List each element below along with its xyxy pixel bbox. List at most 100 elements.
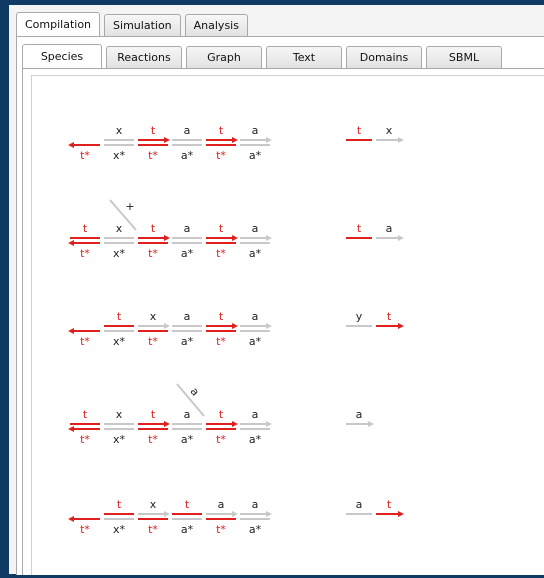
tab-graph[interactable]: Graph bbox=[186, 46, 262, 68]
top-domain-label: a bbox=[184, 124, 191, 137]
top-domain-label: t bbox=[151, 408, 156, 421]
top-domain-label: t bbox=[83, 408, 88, 421]
bottom-domain-label: t* bbox=[216, 433, 226, 446]
top-domain-label: t bbox=[219, 310, 224, 323]
bottom-domain-label: x* bbox=[113, 149, 126, 162]
top-domain-label: x bbox=[116, 408, 123, 421]
bottom-domain-label: t* bbox=[216, 335, 226, 348]
bottom-domain-label: a* bbox=[181, 523, 194, 536]
top-domain-label: x bbox=[116, 222, 123, 235]
bottom-domain-label: t* bbox=[80, 523, 90, 536]
top-strand-head bbox=[232, 137, 238, 143]
species-canvas: t* x* t* a* t* a* x t a t a t x t* x* t* a* t* a* t x t a t a + t a… bbox=[31, 75, 544, 575]
top-strand-head bbox=[232, 235, 238, 241]
strand-diagram: t* x* t* a* t* a*x t a t a t xt* x* t* a* t* a*t x t a t a+t a… bbox=[68, 124, 404, 536]
bottom-domain-label: a* bbox=[249, 335, 262, 348]
top-domain-label: a bbox=[184, 310, 191, 323]
bottom-strand-head bbox=[68, 516, 74, 522]
tab-domains[interactable]: Domains bbox=[346, 46, 422, 68]
bottom-domain-label: a* bbox=[181, 247, 194, 260]
bottom-domain-label: a* bbox=[181, 335, 194, 348]
tab-simulation[interactable]: Simulation bbox=[104, 14, 181, 36]
top-domain-label: a bbox=[252, 498, 259, 511]
product-domain-label: x bbox=[386, 124, 393, 137]
top-domain-label: a bbox=[184, 222, 191, 235]
product-strand-head bbox=[398, 137, 404, 143]
bottom-domain-label: a* bbox=[249, 433, 262, 446]
tab-sbml[interactable]: SBML bbox=[426, 46, 502, 68]
top-strand-head bbox=[164, 323, 170, 329]
inner-tab-bar: Species Reactions Graph Text Domains SBM… bbox=[22, 44, 506, 68]
top-strand-head bbox=[164, 235, 170, 241]
top-domain-label: x bbox=[150, 498, 157, 511]
bottom-domain-label: a* bbox=[181, 433, 194, 446]
bottom-domain-label: t* bbox=[216, 149, 226, 162]
bottom-domain-label: x* bbox=[113, 335, 126, 348]
bottom-domain-label: x* bbox=[113, 523, 126, 536]
product-domain-label: a bbox=[356, 498, 363, 511]
bottom-strand-head bbox=[68, 240, 74, 246]
tab-analysis[interactable]: Analysis bbox=[184, 14, 248, 36]
top-domain-label: t bbox=[219, 408, 224, 421]
top-strand-head bbox=[266, 421, 272, 427]
top-domain-label: t bbox=[185, 498, 190, 511]
product-strand-head bbox=[398, 511, 404, 517]
top-domain-label: t bbox=[219, 124, 224, 137]
product-strand-head bbox=[398, 235, 404, 241]
bottom-domain-label: a* bbox=[249, 523, 262, 536]
top-domain-label: x bbox=[116, 124, 123, 137]
bottom-domain-label: t* bbox=[80, 149, 90, 162]
bottom-domain-label: t* bbox=[80, 335, 90, 348]
tab-compilation[interactable]: Compilation bbox=[16, 12, 101, 36]
bottom-strand-head bbox=[68, 142, 74, 148]
plus-sign: + bbox=[125, 200, 134, 213]
bottom-domain-label: t* bbox=[148, 433, 158, 446]
bottom-domain-label: a* bbox=[181, 149, 194, 162]
top-domain-label: a bbox=[252, 408, 259, 421]
top-domain-label: a bbox=[252, 124, 259, 137]
top-strand-head bbox=[164, 137, 170, 143]
product-domain-label: y bbox=[356, 310, 363, 323]
top-domain-label: x bbox=[150, 310, 157, 323]
top-domain-label: t bbox=[151, 124, 156, 137]
top-strand-head bbox=[164, 511, 170, 517]
product-domain-label: t bbox=[357, 222, 362, 235]
product-strand-head bbox=[398, 323, 404, 329]
bottom-domain-label: a* bbox=[249, 149, 262, 162]
top-domain-label: a bbox=[252, 222, 259, 235]
product-domain-label: a bbox=[386, 222, 393, 235]
top-domain-label: t bbox=[219, 222, 224, 235]
bottom-domain-label: t* bbox=[80, 433, 90, 446]
top-strand-head bbox=[266, 511, 272, 517]
bottom-domain-label: t* bbox=[148, 523, 158, 536]
top-domain-label: t bbox=[117, 310, 122, 323]
product-strand-head bbox=[368, 421, 374, 427]
tab-reactions[interactable]: Reactions bbox=[106, 46, 182, 68]
top-domain-label: t bbox=[117, 498, 122, 511]
top-domain-label: t bbox=[151, 222, 156, 235]
bottom-domain-label: a* bbox=[249, 247, 262, 260]
top-strand-head bbox=[232, 511, 238, 517]
top-domain-label: a bbox=[184, 408, 191, 421]
top-strand-head bbox=[266, 235, 272, 241]
top-domain-label: t bbox=[83, 222, 88, 235]
bottom-domain-label: t* bbox=[148, 247, 158, 260]
bottom-domain-label: t* bbox=[148, 335, 158, 348]
top-strand-head bbox=[266, 137, 272, 143]
top-strand-head bbox=[232, 323, 238, 329]
bottom-domain-label: t* bbox=[148, 149, 158, 162]
tab-species[interactable]: Species bbox=[22, 44, 102, 68]
tab-text[interactable]: Text bbox=[266, 46, 342, 68]
bottom-domain-label: x* bbox=[113, 247, 126, 260]
product-domain-label: t bbox=[387, 498, 392, 511]
bottom-strand-head bbox=[68, 426, 74, 432]
branch-label: a bbox=[188, 385, 202, 399]
top-strand-head bbox=[266, 323, 272, 329]
top-domain-label: a bbox=[252, 310, 259, 323]
product-domain-label: t bbox=[387, 310, 392, 323]
product-domain-label: a bbox=[356, 408, 363, 421]
bottom-domain-label: t* bbox=[216, 247, 226, 260]
bottom-domain-label: x* bbox=[113, 433, 126, 446]
bottom-domain-label: t* bbox=[80, 247, 90, 260]
bottom-strand-head bbox=[68, 328, 74, 334]
